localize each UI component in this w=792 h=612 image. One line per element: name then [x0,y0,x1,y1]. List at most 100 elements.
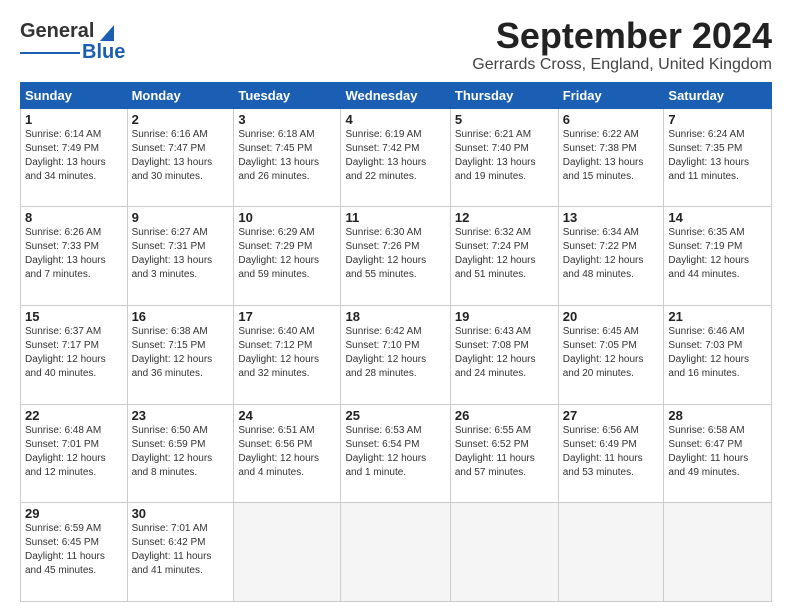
day-number: 20 [563,309,660,324]
calendar-row: 8Sunrise: 6:26 AMSunset: 7:33 PMDaylight… [21,207,772,306]
calendar-cell: 3Sunrise: 6:18 AMSunset: 7:45 PMDaylight… [234,108,341,207]
calendar-subtitle: Gerrards Cross, England, United Kingdom [472,56,772,74]
day-number: 14 [668,210,767,225]
day-info: Sunrise: 6:38 AMSunset: 7:15 PMDaylight:… [132,325,230,381]
logo: General Blue [20,20,125,64]
day-info: Sunrise: 6:35 AMSunset: 7:19 PMDaylight:… [668,226,767,282]
calendar-cell: 17Sunrise: 6:40 AMSunset: 7:12 PMDayligh… [234,305,341,404]
logo-blue: Blue [82,41,125,64]
day-info: Sunrise: 6:18 AMSunset: 7:45 PMDaylight:… [238,128,336,184]
calendar-cell: 21Sunrise: 6:46 AMSunset: 7:03 PMDayligh… [664,305,772,404]
day-number: 15 [25,309,123,324]
calendar-cell: 27Sunrise: 6:56 AMSunset: 6:49 PMDayligh… [558,404,664,503]
day-info: Sunrise: 6:51 AMSunset: 6:56 PMDaylight:… [238,424,336,480]
day-info: Sunrise: 6:32 AMSunset: 7:24 PMDaylight:… [455,226,554,282]
day-info: Sunrise: 6:48 AMSunset: 7:01 PMDaylight:… [25,424,123,480]
calendar-title: September 2024 [472,16,772,56]
calendar-row: 15Sunrise: 6:37 AMSunset: 7:17 PMDayligh… [21,305,772,404]
calendar-row: 29Sunrise: 6:59 AMSunset: 6:45 PMDayligh… [21,503,772,602]
day-info: Sunrise: 6:37 AMSunset: 7:17 PMDaylight:… [25,325,123,381]
day-info: Sunrise: 6:56 AMSunset: 6:49 PMDaylight:… [563,424,660,480]
day-number: 21 [668,309,767,324]
calendar-cell: 2Sunrise: 6:16 AMSunset: 7:47 PMDaylight… [127,108,234,207]
day-info: Sunrise: 6:59 AMSunset: 6:45 PMDaylight:… [25,522,123,578]
day-info: Sunrise: 6:24 AMSunset: 7:35 PMDaylight:… [668,128,767,184]
header-friday: Friday [558,82,664,108]
calendar-cell: 30Sunrise: 7:01 AMSunset: 6:42 PMDayligh… [127,503,234,602]
calendar-cell: 7Sunrise: 6:24 AMSunset: 7:35 PMDaylight… [664,108,772,207]
day-info: Sunrise: 6:29 AMSunset: 7:29 PMDaylight:… [238,226,336,282]
day-info: Sunrise: 6:14 AMSunset: 7:49 PMDaylight:… [25,128,123,184]
logo-icon [96,21,118,43]
day-number: 24 [238,408,336,423]
calendar-cell: 19Sunrise: 6:43 AMSunset: 7:08 PMDayligh… [450,305,558,404]
calendar-row: 22Sunrise: 6:48 AMSunset: 7:01 PMDayligh… [21,404,772,503]
header-tuesday: Tuesday [234,82,341,108]
calendar-cell: 28Sunrise: 6:58 AMSunset: 6:47 PMDayligh… [664,404,772,503]
day-info: Sunrise: 6:22 AMSunset: 7:38 PMDaylight:… [563,128,660,184]
day-number: 13 [563,210,660,225]
day-info: Sunrise: 6:42 AMSunset: 7:10 PMDaylight:… [345,325,445,381]
day-number: 19 [455,309,554,324]
day-info: Sunrise: 6:21 AMSunset: 7:40 PMDaylight:… [455,128,554,184]
day-info: Sunrise: 6:58 AMSunset: 6:47 PMDaylight:… [668,424,767,480]
calendar-cell: 20Sunrise: 6:45 AMSunset: 7:05 PMDayligh… [558,305,664,404]
calendar-cell: 9Sunrise: 6:27 AMSunset: 7:31 PMDaylight… [127,207,234,306]
day-number: 6 [563,112,660,127]
calendar-cell: 25Sunrise: 6:53 AMSunset: 6:54 PMDayligh… [341,404,450,503]
day-number: 2 [132,112,230,127]
calendar-cell: 22Sunrise: 6:48 AMSunset: 7:01 PMDayligh… [21,404,128,503]
calendar-cell: 12Sunrise: 6:32 AMSunset: 7:24 PMDayligh… [450,207,558,306]
header-wednesday: Wednesday [341,82,450,108]
day-number: 30 [132,506,230,521]
header-saturday: Saturday [664,82,772,108]
calendar-cell: 13Sunrise: 6:34 AMSunset: 7:22 PMDayligh… [558,207,664,306]
calendar-cell: 11Sunrise: 6:30 AMSunset: 7:26 PMDayligh… [341,207,450,306]
day-number: 18 [345,309,445,324]
calendar-cell: 29Sunrise: 6:59 AMSunset: 6:45 PMDayligh… [21,503,128,602]
day-number: 4 [345,112,445,127]
calendar-cell: 1Sunrise: 6:14 AMSunset: 7:49 PMDaylight… [21,108,128,207]
header-thursday: Thursday [450,82,558,108]
day-info: Sunrise: 6:40 AMSunset: 7:12 PMDaylight:… [238,325,336,381]
calendar-cell: 15Sunrise: 6:37 AMSunset: 7:17 PMDayligh… [21,305,128,404]
calendar-cell [234,503,341,602]
calendar-cell: 26Sunrise: 6:55 AMSunset: 6:52 PMDayligh… [450,404,558,503]
title-block: September 2024 Gerrards Cross, England, … [472,16,772,74]
header: General Blue September 2024 Gerrards Cro… [20,16,772,74]
day-number: 3 [238,112,336,127]
page: General Blue September 2024 Gerrards Cro… [0,0,792,612]
header-monday: Monday [127,82,234,108]
calendar-cell: 4Sunrise: 6:19 AMSunset: 7:42 PMDaylight… [341,108,450,207]
day-info: Sunrise: 6:26 AMSunset: 7:33 PMDaylight:… [25,226,123,282]
day-number: 23 [132,408,230,423]
day-info: Sunrise: 6:30 AMSunset: 7:26 PMDaylight:… [345,226,445,282]
day-info: Sunrise: 6:16 AMSunset: 7:47 PMDaylight:… [132,128,230,184]
logo-general: General [20,20,94,43]
day-number: 27 [563,408,660,423]
calendar-cell: 24Sunrise: 6:51 AMSunset: 6:56 PMDayligh… [234,404,341,503]
day-number: 28 [668,408,767,423]
day-info: Sunrise: 6:27 AMSunset: 7:31 PMDaylight:… [132,226,230,282]
day-number: 22 [25,408,123,423]
calendar-cell [450,503,558,602]
calendar-cell: 6Sunrise: 6:22 AMSunset: 7:38 PMDaylight… [558,108,664,207]
calendar-row: 1Sunrise: 6:14 AMSunset: 7:49 PMDaylight… [21,108,772,207]
calendar-cell [341,503,450,602]
day-number: 1 [25,112,123,127]
calendar-cell [664,503,772,602]
calendar-cell: 14Sunrise: 6:35 AMSunset: 7:19 PMDayligh… [664,207,772,306]
day-number: 8 [25,210,123,225]
calendar-cell: 23Sunrise: 6:50 AMSunset: 6:59 PMDayligh… [127,404,234,503]
calendar-table: Sunday Monday Tuesday Wednesday Thursday… [20,82,772,602]
calendar-header-row: Sunday Monday Tuesday Wednesday Thursday… [21,82,772,108]
day-number: 16 [132,309,230,324]
day-number: 17 [238,309,336,324]
day-number: 29 [25,506,123,521]
day-number: 5 [455,112,554,127]
day-number: 25 [345,408,445,423]
calendar-cell: 5Sunrise: 6:21 AMSunset: 7:40 PMDaylight… [450,108,558,207]
day-info: Sunrise: 6:55 AMSunset: 6:52 PMDaylight:… [455,424,554,480]
day-info: Sunrise: 6:19 AMSunset: 7:42 PMDaylight:… [345,128,445,184]
day-number: 9 [132,210,230,225]
